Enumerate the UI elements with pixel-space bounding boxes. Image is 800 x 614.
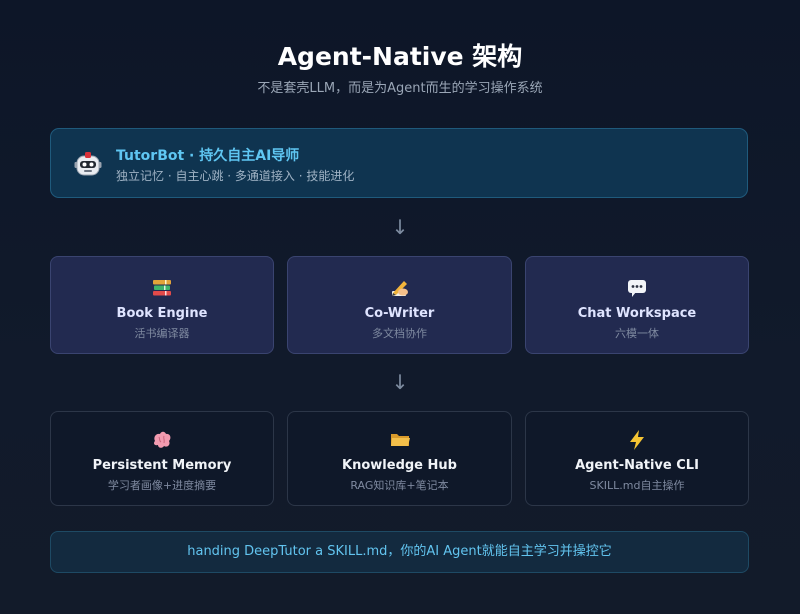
books-icon [153,280,171,296]
foundation-desc: 学习者画像+进度摘要 [107,479,217,492]
foundation-name: Persistent Memory [92,458,232,473]
footer-banner: handing DeepTutor a SKILL.md，你的AI Agent就… [50,531,749,573]
foundation-desc: SKILL.md自主操作 [589,479,685,492]
module-desc: 多文档协作 [372,327,427,340]
brain-icon [154,431,171,448]
module-card-book-engine: Book Engine 活书编译器 [50,256,274,354]
flow-arrow-down: ↓ [391,370,409,394]
page-subtitle: 不是套壳LLM，而是为Agent而生的学习操作系统 [257,81,543,96]
foundation-name: Agent-Native CLI [575,458,699,473]
page-title: Agent-Native 架构 [277,42,523,71]
foundation-name: Knowledge Hub [342,458,457,473]
module-name: Chat Workspace [577,306,697,321]
speech-bubble-icon [628,280,646,297]
tutorbot-panel: TutorBot · 持久自主AI导师 独立记忆 · 自主心跳 · 多通道接入 … [50,128,748,198]
folder-icon [390,434,410,446]
module-card-chat-workspace: Chat Workspace 六模一体 [525,256,749,354]
module-card-co-writer: Co-Writer 多文档协作 [287,256,512,354]
tutorbot-title: TutorBot · 持久自主AI导师 [116,148,300,164]
module-desc: 活书编译器 [134,327,190,340]
module-name: Co-Writer [364,306,435,321]
writing-hand-icon [391,281,408,296]
foundation-desc: RAG知识库+笔记本 [350,479,449,492]
foundation-card-persistent-memory: Persistent Memory 学习者画像+进度摘要 [50,411,274,506]
robot-icon [74,152,102,176]
foundation-card-knowledge-hub: Knowledge Hub RAG知识库+笔记本 [287,411,512,506]
tutorbot-features: 独立记忆 · 自主心跳 · 多通道接入 · 技能进化 [116,169,355,183]
lightning-icon [630,430,644,450]
module-desc: 六模一体 [615,327,659,340]
module-name: Book Engine [116,306,208,321]
foundation-card-agent-native-cli: Agent-Native CLI SKILL.md自主操作 [525,411,749,506]
flow-arrow-down: ↓ [391,215,409,239]
